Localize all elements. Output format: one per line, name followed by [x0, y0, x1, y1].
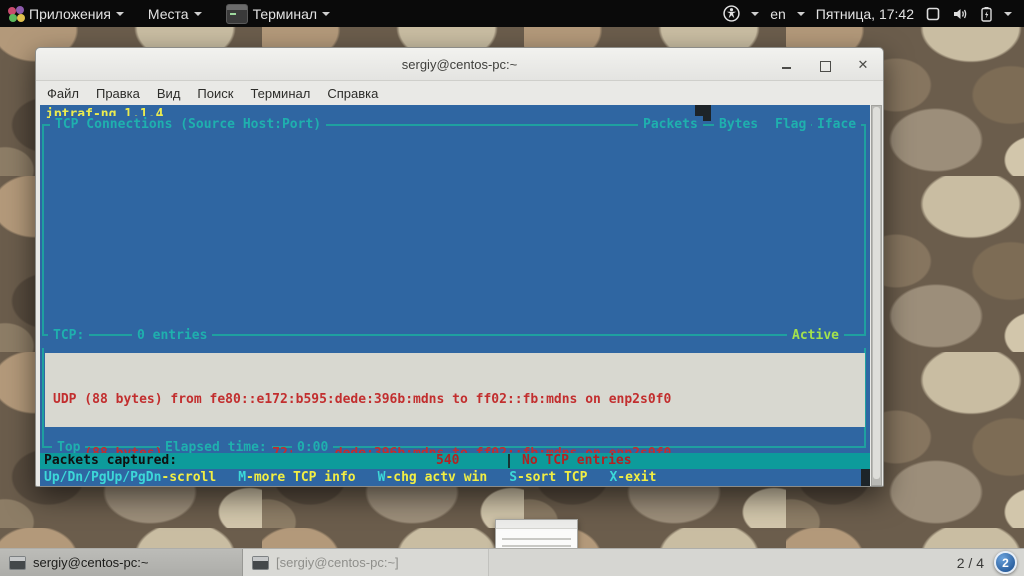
applications-menu[interactable]: Приложения — [8, 5, 124, 22]
display-icon[interactable] — [925, 6, 941, 22]
chevron-down-icon[interactable] — [796, 11, 805, 16]
panel-left: Приложения Места Терминал — [0, 3, 346, 24]
udp-log-line: UDP (88 bytes) from fe80::e172:b595:dede… — [53, 392, 672, 407]
tcp-box-title: TCP Connections (Source Host:Port) — [50, 116, 327, 133]
udp-log-panel: UDP (88 bytes) from fe80::e172:b595:dede… — [45, 353, 865, 461]
terminal-window-icon — [252, 555, 269, 570]
panel-right: en Пятница, 17:42 — [723, 5, 1024, 22]
column-flag: Flag — [770, 116, 812, 133]
menu-search[interactable]: Поиск — [197, 86, 233, 101]
places-menu[interactable]: Места — [148, 6, 202, 22]
workspace-area: 2 / 4 2 — [957, 549, 1024, 576]
packets-captured-label: Packets captured: — [44, 453, 178, 468]
tcp-footer-label: TCP: — [48, 327, 90, 344]
menu-file[interactable]: Файл — [47, 86, 79, 101]
clock[interactable]: Пятница, 17:42 — [816, 6, 914, 22]
taskbar-window-label: [sergiy@centos-pc:~] — [276, 555, 399, 570]
keyboard-layout-indicator[interactable]: en — [770, 6, 786, 22]
menu-view[interactable]: Вид — [157, 86, 181, 101]
top-panel: Приложения Места Терминал en Пятница, 17… — [0, 0, 1024, 27]
capture-status-active: Active — [787, 327, 844, 344]
applications-icon — [8, 5, 25, 22]
key-hint-scroll: Up/Dn/PgUp/PgDn-scroll — [44, 470, 217, 485]
terminal-scrollbar[interactable] — [871, 105, 882, 486]
maximize-button[interactable] — [819, 59, 831, 72]
capture-status-bar: Packets captured: 540 No TCP entries — [40, 453, 870, 469]
workspace-badge[interactable]: 2 — [994, 551, 1017, 574]
window-controls: ✕ — [781, 48, 869, 81]
terminal-window: sergiy@centos-pc:~ ✕ Файл Правка Вид Пои… — [35, 47, 884, 487]
status-divider — [508, 454, 510, 468]
key-hint-exit: X-exit — [609, 470, 657, 485]
taskbar-window-terminal-minimized[interactable]: [sergiy@centos-pc:~] — [243, 549, 489, 576]
terminal-app-icon — [225, 3, 248, 24]
packets-captured-value: 540 — [436, 453, 460, 468]
chevron-down-icon[interactable] — [1004, 11, 1012, 16]
status-message: No TCP entries — [522, 453, 632, 468]
chevron-down-icon — [115, 11, 124, 16]
mini-window-titlebar — [496, 520, 577, 529]
terminal-screen[interactable]: iptraf-ng 1.1.4 TCP Connections (Source … — [40, 105, 870, 486]
column-packets: Packets — [638, 116, 703, 133]
window-title: sergiy@centos-pc:~ — [401, 56, 518, 72]
places-menu-label: Места — [147, 5, 189, 22]
minimize-button[interactable] — [781, 59, 793, 71]
function-key-bar: Up/Dn/PgUp/PgDn-scroll M-more TCP info W… — [40, 469, 870, 486]
column-iface: Iface — [812, 116, 862, 133]
volume-icon[interactable] — [952, 6, 969, 22]
desktop-screen: Приложения Места Терминал en Пятница, 17… — [0, 0, 1024, 576]
menu-edit[interactable]: Правка — [96, 86, 140, 101]
taskbar: sergiy@centos-pc:~ [sergiy@centos-pc:~] … — [0, 548, 1024, 576]
key-hint-more: M-more TCP info — [238, 470, 356, 485]
taskbar-window-terminal[interactable]: sergiy@centos-pc:~ — [0, 549, 243, 576]
tcp-entries-count: 0 entries — [132, 327, 213, 344]
tcp-connections-box — [42, 124, 866, 336]
menu-help[interactable]: Справка — [327, 86, 378, 101]
battery-icon[interactable] — [980, 6, 993, 22]
chevron-down-icon — [193, 11, 202, 16]
close-button[interactable]: ✕ — [857, 58, 869, 71]
active-app-menu[interactable]: Терминал — [225, 3, 331, 24]
accessibility-icon[interactable] — [723, 5, 740, 22]
key-hint-chg-win: W-chg actv win — [377, 470, 488, 485]
window-menubar: Файл Правка Вид Поиск Терминал Справка — [36, 81, 883, 105]
applications-menu-label: Приложения — [29, 5, 111, 22]
chevron-down-icon[interactable] — [751, 11, 760, 16]
workspace-indicator[interactable]: 2 / 4 — [957, 555, 984, 571]
chevron-down-icon — [322, 11, 331, 16]
terminal-window-icon — [9, 555, 26, 570]
key-hint-sort: S-sort TCP — [509, 470, 588, 485]
window-titlebar[interactable]: sergiy@centos-pc:~ ✕ — [36, 48, 883, 81]
taskbar-window-label: sergiy@centos-pc:~ — [33, 555, 149, 570]
active-app-label: Терминал — [252, 5, 318, 22]
scrollbar-thumb[interactable] — [873, 107, 880, 479]
cursor-block — [861, 469, 870, 486]
menu-terminal[interactable]: Терминал — [250, 86, 310, 101]
